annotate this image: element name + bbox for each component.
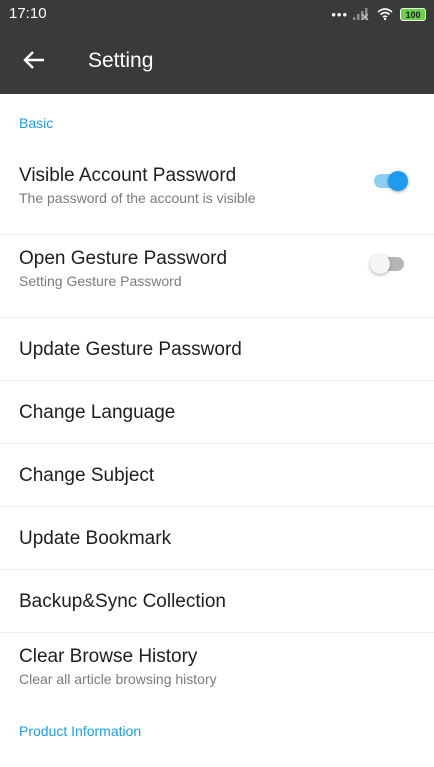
setting-title: Change Subject: [19, 465, 155, 486]
setting-title: Visible Account Password: [19, 165, 237, 186]
battery-indicator: 100: [400, 7, 426, 21]
status-bar: 17:10 ••• 100: [0, 0, 434, 28]
setting-title: Update Gesture Password: [19, 339, 242, 360]
setting-backup-sync-collection[interactable]: Backup&Sync Collection: [0, 570, 434, 633]
wifi-icon: [377, 8, 393, 20]
status-time: 17:10: [9, 5, 47, 22]
section-header-product-information: Product Information: [19, 723, 142, 739]
setting-title: Backup&Sync Collection: [19, 591, 226, 612]
section-header-basic: Basic: [19, 115, 54, 131]
setting-subtitle: Setting Gesture Password: [19, 273, 182, 289]
toggle-thumb: [388, 171, 408, 191]
arrow-left-icon: [23, 50, 45, 75]
setting-title: Change Language: [19, 402, 176, 423]
setting-update-gesture-password[interactable]: Update Gesture Password: [0, 318, 434, 381]
visible-password-toggle[interactable]: [374, 171, 408, 191]
toggle-thumb: [370, 254, 390, 274]
setting-title: Clear Browse History: [19, 646, 198, 667]
app-bar: Setting: [0, 28, 434, 94]
setting-subtitle: The password of the account is visible: [19, 190, 256, 206]
setting-visible-account-password[interactable]: Visible Account Password The password of…: [0, 152, 434, 235]
setting-update-bookmark[interactable]: Update Bookmark: [0, 507, 434, 570]
back-button[interactable]: [14, 42, 54, 82]
status-dots: •••: [331, 6, 348, 22]
status-icons: ••• 100: [331, 5, 426, 23]
setting-open-gesture-password[interactable]: Open Gesture Password Setting Gesture Pa…: [0, 235, 434, 318]
page-title: Setting: [88, 49, 154, 72]
setting-change-subject[interactable]: Change Subject: [0, 444, 434, 507]
setting-title: Open Gesture Password: [19, 248, 228, 269]
setting-clear-browse-history[interactable]: Clear Browse History Clear all article b…: [0, 633, 434, 716]
setting-title: Update Bookmark: [19, 528, 172, 549]
signal-off-icon: [353, 8, 369, 20]
setting-change-language[interactable]: Change Language: [0, 381, 434, 444]
gesture-password-toggle[interactable]: [370, 254, 404, 274]
settings-list: Basic Visible Account Password The passw…: [0, 94, 434, 766]
setting-subtitle: Clear all article browsing history: [19, 671, 217, 687]
